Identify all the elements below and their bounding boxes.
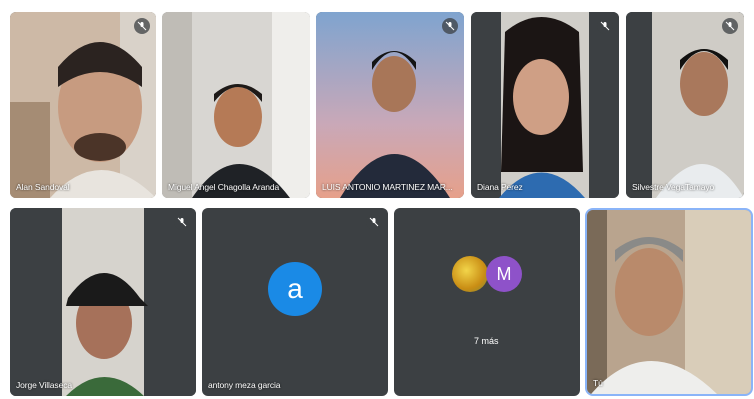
participant-name: Alan Sandoval <box>16 182 70 192</box>
participant-tile-jorge[interactable]: Jorge Villaseca <box>10 208 196 396</box>
participant-name: LUIS ANTONIO MARTINEZ MAR... <box>322 182 453 192</box>
participant-video <box>10 208 196 396</box>
mic-off-icon <box>597 18 613 34</box>
participant-name: Silvestre VegaTamayo <box>632 182 715 192</box>
participant-tile-luis[interactable]: LUIS ANTONIO MARTINEZ MAR... <box>316 12 464 198</box>
mic-off-icon <box>442 18 458 34</box>
participant-name: Miguel Angel Chagolla Aranda <box>168 182 280 192</box>
participant-video <box>316 12 464 198</box>
mic-off-icon <box>174 214 190 230</box>
participant-name: antony meza garcia <box>208 380 281 390</box>
others-tile[interactable]: M 7 más <box>394 208 580 396</box>
participant-tile-miguel[interactable]: Miguel Angel Chagolla Aranda <box>162 12 310 198</box>
avatar: M <box>486 256 522 292</box>
participant-name: Diana Perez <box>477 182 523 192</box>
participant-tile-silvestre[interactable]: Silvestre VegaTamayo <box>626 12 744 198</box>
self-tile[interactable]: Tú <box>585 208 753 396</box>
participant-tile-alan[interactable]: Alan Sandoval <box>10 12 156 198</box>
mic-off-icon <box>722 18 738 34</box>
self-video <box>587 210 751 394</box>
participant-name: Tú <box>593 378 603 388</box>
participant-video <box>626 12 744 198</box>
participant-tile-diana[interactable]: Diana Perez <box>471 12 619 198</box>
participant-name: Jorge Villaseca <box>16 380 72 390</box>
avatar <box>452 256 488 292</box>
video-call-grid: Alan Sandoval Miguel Angel Chagolla Aran… <box>0 0 754 399</box>
participant-video <box>162 12 310 198</box>
mic-off-icon <box>134 18 150 34</box>
mic-off-icon <box>366 214 382 230</box>
avatar: a <box>268 262 322 316</box>
participant-tile-antony[interactable]: a antony meza garcia <box>202 208 388 396</box>
participant-video <box>471 12 619 198</box>
participant-video <box>10 12 156 198</box>
others-count-label: 7 más <box>474 336 499 346</box>
